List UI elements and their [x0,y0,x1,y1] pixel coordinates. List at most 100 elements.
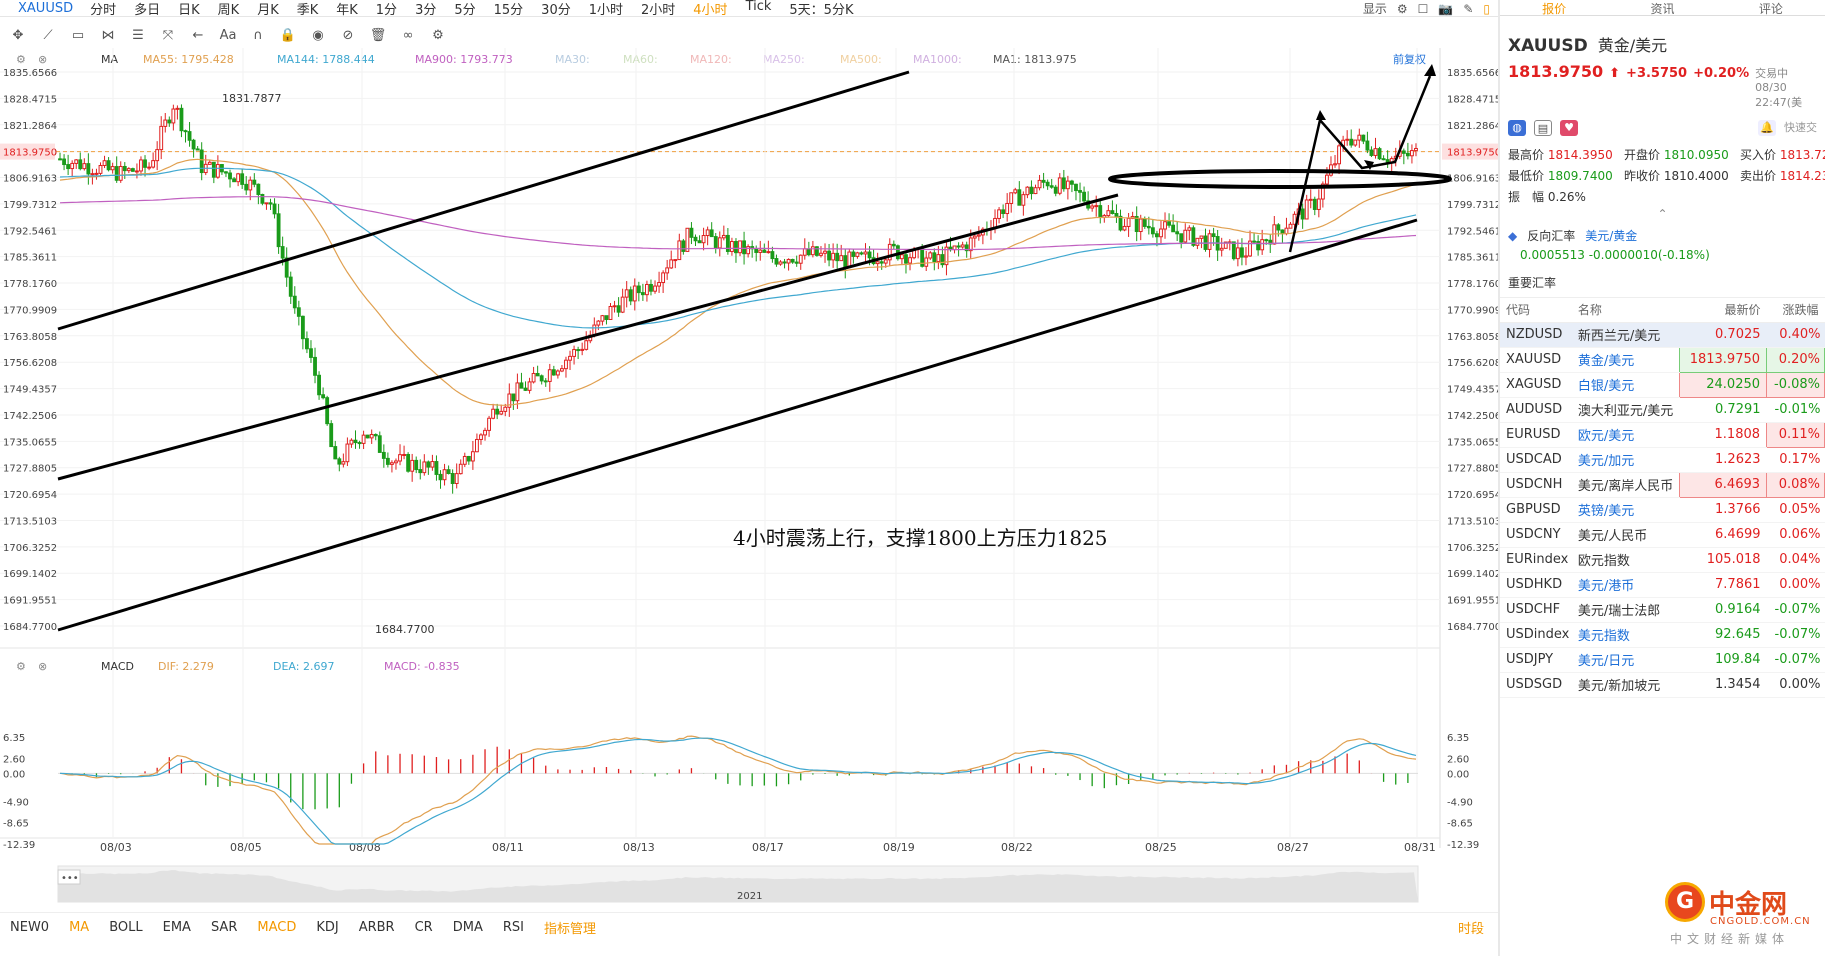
trash-icon[interactable]: 🗑 [366,25,390,45]
magnet-icon[interactable]: ∩ [246,25,270,45]
indicator-rsi[interactable]: RSI [503,920,524,935]
tab-quote[interactable]: 报价 [1500,0,1608,16]
table-row[interactable]: GBPUSD 英镑/美元 1.3766 0.05% [1500,497,1825,523]
channel-tool-icon[interactable]: ☰ [126,25,150,45]
lock-icon[interactable]: 🔒 [276,25,300,45]
table-row[interactable]: USDCNH 美元/离岸人民币 6.4693 0.08% [1500,471,1825,498]
table-row[interactable]: AUDUSD 澳大利亚元/美元 0.7291 -0.01% [1500,397,1825,423]
period-12[interactable]: 1小时 [589,0,623,18]
fx-header-2[interactable]: 最新价 [1679,298,1767,323]
tab-comments[interactable]: 评论 [1717,0,1825,16]
chart-area[interactable]: ⚙ ⊗ MA MA55: 1795.428 MA144: 1788.444 MA900: … [0,48,1498,908]
indicator-macd[interactable]: MACD [257,920,296,935]
table-row[interactable]: XAUUSD 黄金/美元 1813.9750 0.20% [1500,346,1825,373]
table-row[interactable]: EURUSD 欧元/美元 1.1808 0.11% [1500,421,1825,448]
period-8[interactable]: 3分 [415,0,436,18]
pencil-icon[interactable]: ✎ [1463,2,1473,16]
table-row[interactable]: EURindex 欧元指数 105.018 0.04% [1500,547,1825,573]
fx-name[interactable]: 欧元指数 [1571,547,1680,573]
indicator-boll[interactable]: BOLL [109,920,142,935]
fx-name[interactable]: 美元/加元 [1571,447,1680,473]
period-6[interactable]: 年K [336,0,358,18]
indicator-ema[interactable]: EMA [163,920,191,935]
display-menu[interactable]: 显示 [1363,0,1387,17]
period-3[interactable]: 周K [218,0,240,18]
fx-name[interactable]: 美元/日元 [1571,647,1680,673]
session-button[interactable]: 时段 [1458,918,1484,937]
hide-icon[interactable]: ⊘ [336,25,360,45]
link-icon[interactable]: ∞ [396,25,420,45]
arrow-tool-icon[interactable]: ← [186,25,210,45]
table-row[interactable]: XAGUSD 白银/美元 24.0250 -0.08% [1500,371,1825,398]
fx-name[interactable]: 美元/瑞士法郎 [1571,597,1680,623]
period-14[interactable]: 4小时 [693,0,727,18]
fx-header-0[interactable]: 代码 [1500,298,1572,323]
indicator-cr[interactable]: CR [415,920,433,935]
eye-icon[interactable]: ◉ [306,25,330,45]
table-row[interactable]: USDHKD 美元/港币 7.7861 0.00% [1500,572,1825,598]
heart-icon[interactable]: ♥ [1560,120,1578,136]
period-5[interactable]: 季K [297,0,319,18]
period-13[interactable]: 2小时 [641,0,675,18]
symbol-label[interactable]: XAUUSD [18,1,73,16]
bell-icon[interactable]: 🔔 [1758,120,1776,136]
tab-news[interactable]: 资讯 [1608,0,1716,16]
table-row[interactable]: USDindex 美元指数 92.645 -0.07% [1500,622,1825,648]
crosshair-icon[interactable]: ✥ [6,25,30,45]
fx-name[interactable]: 黄金/美元 [1571,347,1680,373]
fx-header-1[interactable]: 名称 [1571,298,1680,323]
fx-name[interactable]: 美元/港币 [1571,572,1680,598]
period-11[interactable]: 30分 [541,0,571,18]
period-16[interactable]: 5天：5分K [789,0,853,18]
indicator-sar[interactable]: SAR [211,920,237,935]
indicator-manage-button[interactable]: 指标管理 [544,918,596,937]
candle-body [1325,174,1329,185]
kline-chart[interactable]: ⚙ ⊗ MA MA55: 1795.428 MA144: 1788.444 MA900: … [0,48,1498,908]
candle-body [430,461,435,468]
fx-header-3[interactable]: 涨跌幅 [1766,298,1825,323]
calendar-icon[interactable]: ▤ [1534,120,1552,136]
table-row[interactable]: USDJPY 美元/日元 109.84 -0.07% [1500,647,1825,673]
measure-tool-icon[interactable]: ⤧ [156,25,180,45]
period-10[interactable]: 15分 [494,0,524,18]
gear-icon[interactable]: ⚙ [1397,2,1408,16]
layout-icon[interactable]: ☐ [1418,2,1429,16]
fx-name[interactable]: 澳大利亚元/美元 [1571,397,1680,423]
fx-name[interactable]: 美元指数 [1571,622,1680,648]
settings-icon[interactable]: ⚙ [426,25,450,45]
period-1[interactable]: 多日 [134,0,160,18]
shape-tool-icon[interactable]: ▭ [66,25,90,45]
cross-rate-pair[interactable]: 美元/黄金 [1585,227,1637,244]
candle-body [531,372,536,383]
table-row[interactable]: USDCAD 美元/加元 1.2623 0.17% [1500,447,1825,473]
period-7[interactable]: 1分 [376,0,397,18]
table-row[interactable]: USDCNY 美元/人民币 6.4699 0.06% [1500,522,1825,548]
table-row[interactable]: NZDUSD 新西兰元/美元 0.7025 0.40% [1500,322,1825,348]
panel-icon[interactable]: ▯ [1483,2,1490,16]
period-2[interactable]: 日K [178,0,200,18]
fx-name[interactable]: 美元/离岸人民币 [1571,472,1680,498]
text-tool-icon[interactable]: Aa [216,25,240,45]
fx-name[interactable]: 美元/新加坡元 [1571,672,1680,698]
period-9[interactable]: 5分 [454,0,475,18]
indicator-dma[interactable]: DMA [453,920,483,935]
period-4[interactable]: 月K [257,0,279,18]
camera-icon[interactable]: 📷 [1438,2,1453,16]
period-15[interactable]: Tick [746,0,772,18]
globe-icon[interactable]: ◍ [1508,120,1526,136]
period-0[interactable]: 分时 [90,0,116,18]
indicator-arbr[interactable]: ARBR [359,920,395,935]
table-row[interactable]: USDCHF 美元/瑞士法郎 0.9164 -0.07% [1500,597,1825,623]
indicator-ma[interactable]: MA [69,920,89,935]
quick-trade-label[interactable]: 快速交 [1784,120,1817,136]
indicator-new0[interactable]: NEW0 [10,920,49,935]
table-row[interactable]: USDSGD 美元/新加坡元 1.3454 0.00% [1500,672,1825,698]
indicator-kdj[interactable]: KDJ [316,920,338,935]
fx-name[interactable]: 美元/人民币 [1571,522,1680,548]
fx-name[interactable]: 英镑/美元 [1571,497,1680,523]
line-tool-icon[interactable]: ⟋ [36,25,60,45]
fx-name[interactable]: 新西兰元/美元 [1571,322,1680,348]
fx-name[interactable]: 欧元/美元 [1571,422,1680,448]
fx-name[interactable]: 白银/美元 [1571,372,1680,398]
fib-tool-icon[interactable]: ⋈ [96,25,120,45]
